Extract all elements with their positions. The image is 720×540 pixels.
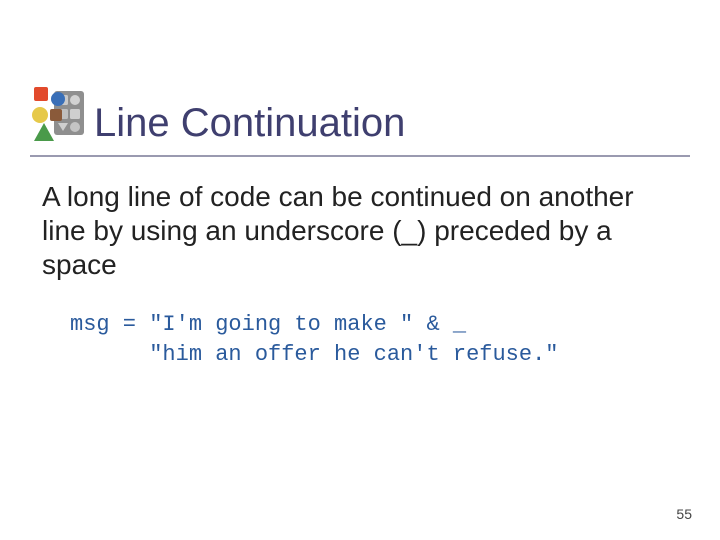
slide-title: Line Continuation bbox=[94, 101, 405, 147]
title-underline bbox=[30, 155, 690, 157]
page-number: 55 bbox=[676, 506, 692, 522]
slide: Line Continuation A long line of code ca… bbox=[0, 0, 720, 540]
header: Line Continuation bbox=[30, 85, 690, 147]
slide-logo-icon bbox=[30, 85, 86, 147]
body-paragraph: A long line of code can be continued on … bbox=[42, 180, 670, 282]
code-example: msg = "I'm going to make " & _ "him an o… bbox=[70, 310, 690, 369]
